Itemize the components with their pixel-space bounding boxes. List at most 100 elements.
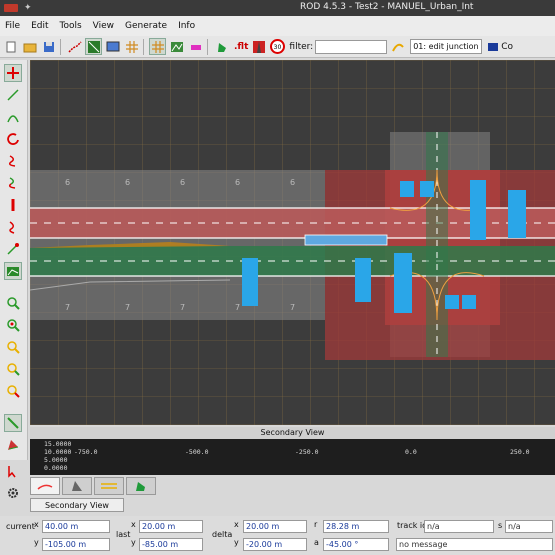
elevation-tool-icon[interactable] [4, 196, 22, 214]
fit-label[interactable]: .flt [234, 42, 248, 52]
connect-icon[interactable] [484, 38, 501, 55]
last-y-label: y [131, 538, 136, 547]
zoom-in-tool-icon[interactable] [4, 316, 22, 334]
menu-info[interactable]: Info [178, 21, 195, 31]
svg-text:6: 6 [125, 178, 130, 187]
last-y-field[interactable]: -85.00 m [139, 538, 203, 551]
secondary-view-tab[interactable]: Secondary View [30, 498, 124, 512]
menu-edit[interactable]: Edit [31, 21, 48, 31]
junction-path-tool-icon[interactable] [4, 436, 22, 454]
tab-shape[interactable] [126, 477, 156, 495]
last-x-field[interactable]: 20.00 m [139, 520, 203, 533]
junction-link-tool-icon[interactable] [4, 414, 22, 432]
secondary-view-header: Secondary View [30, 427, 555, 439]
window-title: ROD 4.5.3 - Test2 - MANUEL_Urban_Int [300, 2, 474, 12]
left-toolbar [0, 60, 28, 460]
svg-text:10.0000: 10.0000 [44, 448, 71, 456]
zoom-area-tool-icon[interactable] [4, 338, 22, 356]
svg-text:-750.0: -750.0 [74, 448, 98, 456]
save-icon[interactable] [40, 38, 57, 55]
grid-snap-icon[interactable] [149, 38, 166, 55]
filter-label: filter: [289, 41, 314, 52]
last-label: last [116, 530, 131, 539]
open-folder-icon[interactable] [21, 38, 38, 55]
view-monitor-icon[interactable] [104, 38, 121, 55]
svg-text:6: 6 [290, 178, 295, 187]
view-road-icon[interactable] [85, 38, 102, 55]
eraser-icon[interactable] [187, 38, 204, 55]
split-tool-icon[interactable] [4, 174, 22, 192]
s-field[interactable]: n/a [505, 520, 553, 533]
undo-arc-icon[interactable] [389, 38, 406, 55]
filter-input[interactable] [315, 39, 388, 54]
toolbar-divider [143, 38, 144, 55]
terrain-icon[interactable] [168, 38, 185, 55]
zoom-tool-icon[interactable] [4, 294, 22, 312]
delta-y-field[interactable]: -20.00 m [243, 538, 307, 551]
pin-icon[interactable]: ✦ [24, 3, 32, 13]
zoom-fit-tool-icon[interactable] [4, 360, 22, 378]
grid-icon[interactable] [123, 38, 140, 55]
svg-text:6: 6 [180, 178, 185, 187]
tab-lanes[interactable] [94, 477, 124, 495]
tab-superelevation[interactable] [62, 477, 92, 495]
cursor-tool-icon[interactable] [4, 462, 22, 480]
window-titlebar: ✦ ROD 4.5.3 - Test2 - MANUEL_Urban_Int [0, 0, 555, 16]
toolbar-divider [60, 38, 61, 55]
status-panel: current x 40.00 m y -105.00 m last x 20.… [0, 516, 555, 555]
zoom-out-tool-icon[interactable] [4, 382, 22, 400]
circle-tool-icon[interactable] [4, 130, 22, 148]
road-icon[interactable] [250, 38, 267, 55]
spline-icon[interactable] [66, 38, 83, 55]
angle-field[interactable]: -45.00 ° [323, 538, 389, 551]
svg-text:0.0: 0.0 [405, 448, 417, 456]
svg-text:5.0000: 5.0000 [44, 456, 68, 464]
tab-elevation[interactable] [30, 477, 60, 495]
last-x-label: x [131, 520, 136, 529]
settings-gear-icon[interactable] [4, 484, 22, 502]
svg-text:-500.0: -500.0 [185, 448, 209, 456]
svg-text:30: 30 [274, 44, 282, 51]
svg-text:7: 7 [180, 303, 185, 312]
add-point-tool-icon[interactable] [4, 240, 22, 258]
road-canvas[interactable]: 6 6 6 6 6 7 7 7 7 7 [30, 60, 555, 425]
delta-x-label: x [234, 520, 239, 529]
crossfall-tool-icon[interactable] [4, 218, 22, 236]
delta-x-field[interactable]: 20.00 m [243, 520, 307, 533]
svg-text:0.0000: 0.0000 [44, 464, 68, 472]
main-graphics-view[interactable]: 6 6 6 6 6 7 7 7 7 7 [30, 60, 555, 425]
move-tool-icon[interactable] [4, 64, 22, 82]
svg-text:7: 7 [235, 303, 240, 312]
current-label: current [6, 522, 35, 531]
new-file-icon[interactable] [2, 38, 19, 55]
main-toolbar: .flt 30 filter: 01: edit junction Co [0, 36, 555, 58]
current-x-field[interactable]: 40.00 m [42, 520, 110, 533]
angle-label: a [314, 538, 319, 547]
clothoid-tool-icon[interactable] [4, 152, 22, 170]
radius-label: r [314, 520, 318, 529]
svg-text:250.0: 250.0 [510, 448, 530, 456]
delta-y-label: y [234, 538, 239, 547]
secondary-view[interactable]: 15.0000 10.0000 5.0000 0.0000 -750.0 -50… [30, 439, 555, 475]
line-tool-icon[interactable] [4, 86, 22, 104]
menu-file[interactable]: File [5, 21, 20, 31]
app-logo-icon [4, 4, 18, 12]
radius-field[interactable]: 28.28 m [323, 520, 389, 533]
arc-tool-icon[interactable] [4, 108, 22, 126]
toolbar-divider [207, 38, 208, 55]
shape-tool-icon[interactable] [213, 38, 230, 55]
terrain-tool-icon[interactable] [4, 262, 22, 280]
track-id-field[interactable]: n/a [424, 520, 494, 533]
current-y-field[interactable]: -105.00 m [42, 538, 110, 551]
svg-text:7: 7 [125, 303, 130, 312]
menu-bar: File Edit Tools View Generate Info [0, 16, 555, 36]
menu-tools[interactable]: Tools [60, 21, 82, 31]
speed-sign-icon[interactable]: 30 [269, 38, 286, 55]
delta-label: delta [212, 530, 233, 539]
message-field: no message [396, 538, 553, 551]
s-label: s [498, 521, 503, 530]
secondary-tabs [30, 477, 555, 497]
menu-view[interactable]: View [93, 21, 114, 31]
mode-select[interactable]: 01: edit junction [410, 39, 483, 54]
menu-generate[interactable]: Generate [125, 21, 167, 31]
